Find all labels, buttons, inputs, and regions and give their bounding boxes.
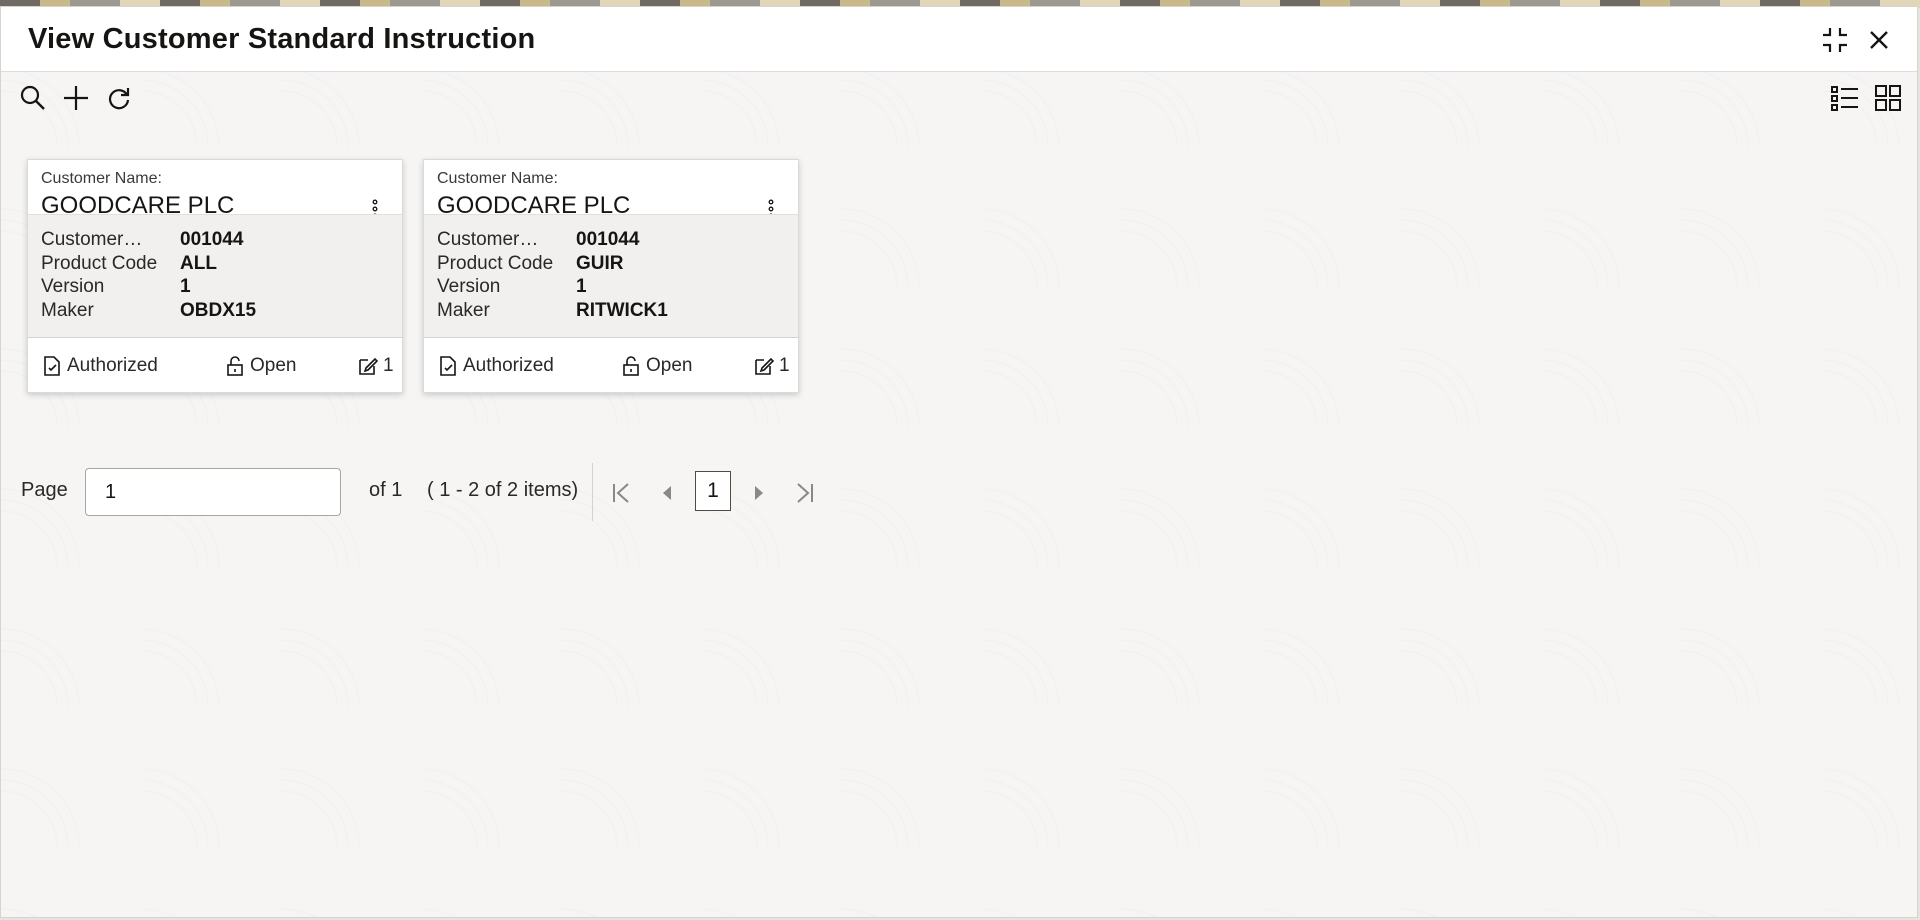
authorized-document-icon — [440, 356, 456, 376]
field-label: Maker — [41, 300, 94, 321]
auth-status-label: Authorized — [463, 355, 554, 376]
field-value: 001044 — [576, 229, 640, 250]
record-status-label: Open — [646, 355, 693, 376]
record-status-label: Open — [250, 355, 297, 376]
auth-status-label: Authorized — [67, 355, 158, 376]
items-range-label: ( 1 - 2 of 2 items) — [427, 479, 579, 501]
field-value: RITWICK1 — [576, 300, 668, 321]
field-row: Customer… 001044 — [437, 229, 777, 253]
first-page-icon[interactable] — [609, 481, 633, 505]
edit-icon — [755, 357, 775, 375]
card-details: Customer… 001044 Product Code ALL Versio… — [28, 214, 402, 338]
field-row: Version 1 — [437, 276, 777, 300]
record-status: Open — [620, 355, 692, 377]
add-icon[interactable] — [61, 83, 91, 113]
modification-count-label: 1 — [383, 355, 394, 376]
card-details: Customer… 001044 Product Code GUIR Versi… — [424, 214, 798, 338]
field-row: Customer… 001044 — [41, 229, 381, 253]
minimize-icon[interactable] — [1820, 25, 1850, 55]
field-row: Maker OBDX15 — [41, 300, 381, 324]
field-label: Maker — [437, 300, 490, 321]
page-label: Page — [21, 479, 68, 501]
field-label: Version — [41, 276, 105, 297]
field-value: ALL — [180, 253, 217, 274]
previous-page-icon[interactable] — [655, 481, 679, 505]
modification-count: 1 — [357, 355, 394, 377]
last-page-icon[interactable] — [793, 481, 817, 505]
record-status: Open — [224, 355, 296, 377]
card-footer: Authorized Open 1 — [28, 337, 402, 392]
edit-icon — [359, 357, 379, 375]
field-row: Version 1 — [41, 276, 381, 300]
field-row: Product Code ALL — [41, 253, 381, 277]
standard-instruction-dialog: View Customer Standard Instruction Custo… — [0, 6, 1918, 918]
list-view-icon[interactable] — [1830, 83, 1860, 113]
pagination: Page of 1 ( 1 - 2 of 2 items) 1 — [1, 463, 901, 523]
field-row: Maker RITWICK1 — [437, 300, 777, 324]
field-value: 001044 — [180, 229, 244, 250]
dialog-header: View Customer Standard Instruction — [1, 7, 1917, 72]
customer-name-label: Customer Name: — [41, 170, 162, 187]
field-row: Product Code GUIR — [437, 253, 777, 277]
field-value: 1 — [576, 276, 587, 297]
field-label: Customer… — [437, 229, 539, 250]
field-label: Product Code — [437, 253, 554, 274]
pager-divider — [592, 463, 593, 521]
authorized-document-icon — [44, 356, 60, 376]
field-label: Customer… — [41, 229, 143, 250]
page-count-label: of 1 — [369, 479, 403, 501]
page-title: View Customer Standard Instruction — [28, 23, 536, 55]
unlock-icon — [623, 356, 639, 376]
unlock-icon — [227, 356, 243, 376]
next-page-icon[interactable] — [747, 481, 771, 505]
tile-view-icon[interactable] — [1873, 83, 1903, 113]
field-value: OBDX15 — [180, 300, 257, 321]
page-number-input[interactable] — [85, 468, 341, 516]
instruction-card[interactable]: Customer Name: GOODCARE PLC Customer… 00… — [423, 159, 799, 393]
search-icon[interactable] — [18, 83, 48, 113]
current-page-button[interactable]: 1 — [695, 471, 731, 511]
customer-name-label: Customer Name: — [437, 170, 558, 187]
instruction-card[interactable]: Customer Name: GOODCARE PLC Customer… 00… — [27, 159, 403, 393]
field-value: GUIR — [576, 253, 624, 274]
field-label: Version — [437, 276, 501, 297]
field-value: 1 — [180, 276, 191, 297]
auth-status: Authorized — [41, 355, 158, 377]
refresh-icon[interactable] — [104, 83, 134, 113]
modification-count: 1 — [753, 355, 790, 377]
modification-count-label: 1 — [779, 355, 790, 376]
auth-status: Authorized — [437, 355, 554, 377]
close-icon[interactable] — [1864, 25, 1894, 55]
card-footer: Authorized Open 1 — [424, 337, 798, 392]
field-label: Product Code — [41, 253, 158, 274]
